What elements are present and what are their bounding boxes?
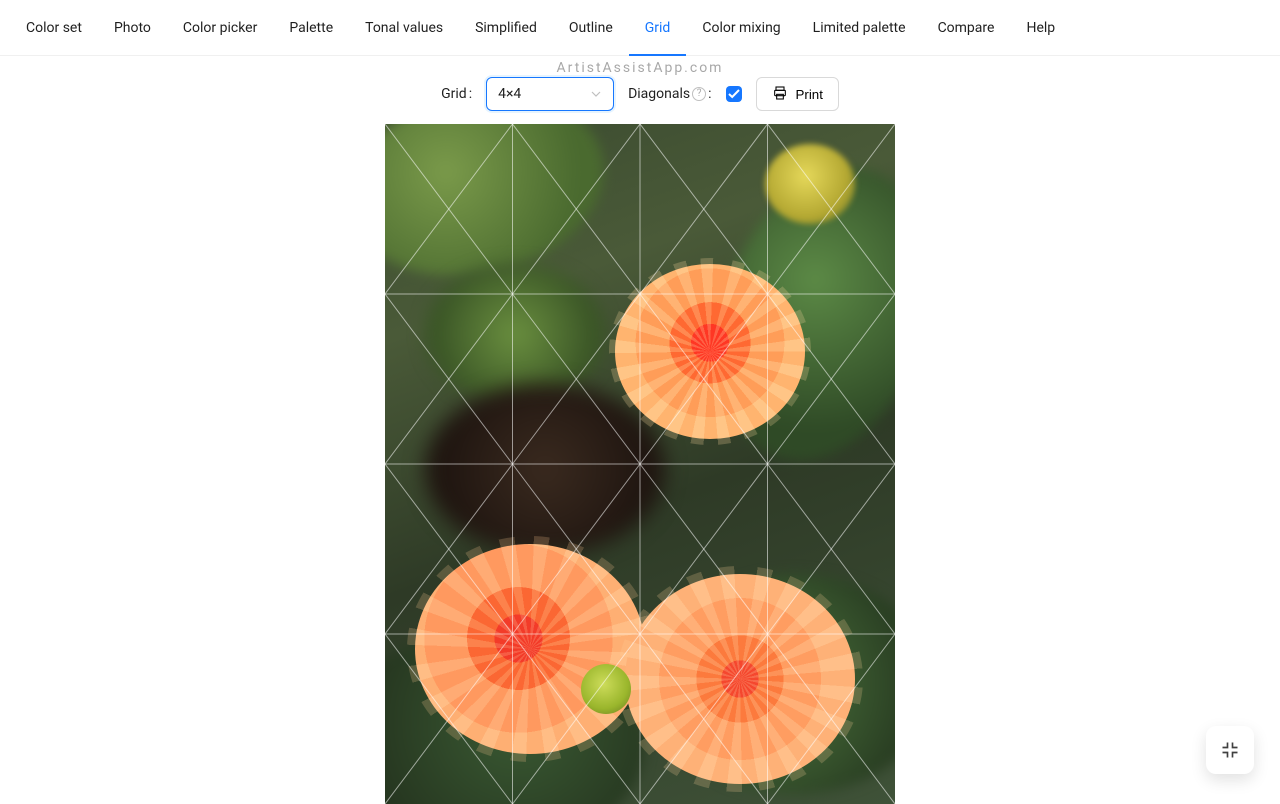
- diagonals-label: Diagonals ? :: [628, 86, 711, 102]
- photo-canvas[interactable]: [385, 124, 895, 804]
- tab-outline[interactable]: Outline: [553, 0, 629, 56]
- foliage: [425, 264, 605, 404]
- tab-color-set[interactable]: Color set: [10, 0, 98, 56]
- grid-size-select[interactable]: 4×4: [486, 77, 614, 111]
- printer-icon: [772, 85, 788, 104]
- tab-compare[interactable]: Compare: [922, 0, 1011, 56]
- tab-simplified[interactable]: Simplified: [459, 0, 553, 56]
- print-button[interactable]: Print: [756, 77, 839, 111]
- help-icon[interactable]: ?: [692, 87, 706, 101]
- tab-palette[interactable]: Palette: [273, 0, 349, 56]
- fullscreen-exit-icon: [1220, 740, 1240, 760]
- grid-size-value: 4×4: [498, 86, 521, 102]
- grid-label: Grid:: [441, 86, 472, 102]
- tab-help[interactable]: Help: [1010, 0, 1071, 56]
- tabs-nav: Color setPhotoColor pickerPaletteTonal v…: [0, 0, 1280, 56]
- print-button-label: Print: [796, 87, 823, 102]
- fullscreen-toggle-button[interactable]: [1206, 726, 1254, 774]
- flower-bud: [581, 664, 631, 714]
- flower-bud: [765, 144, 855, 224]
- soil: [425, 384, 665, 554]
- grid-toolbar: Grid: 4×4 Diagonals ? : Print: [0, 72, 1280, 116]
- diagonals-checkbox[interactable]: [726, 86, 742, 102]
- flower: [615, 264, 805, 439]
- flower: [415, 544, 645, 754]
- tab-limited-palette[interactable]: Limited palette: [797, 0, 922, 56]
- flower: [625, 574, 855, 784]
- image-area: [0, 124, 1280, 804]
- tab-photo[interactable]: Photo: [98, 0, 167, 56]
- tab-color-mixing[interactable]: Color mixing: [686, 0, 796, 56]
- chevron-down-icon: [590, 88, 602, 100]
- tab-tonal-values[interactable]: Tonal values: [349, 0, 459, 56]
- tab-grid[interactable]: Grid: [629, 0, 687, 56]
- tab-color-picker[interactable]: Color picker: [167, 0, 273, 56]
